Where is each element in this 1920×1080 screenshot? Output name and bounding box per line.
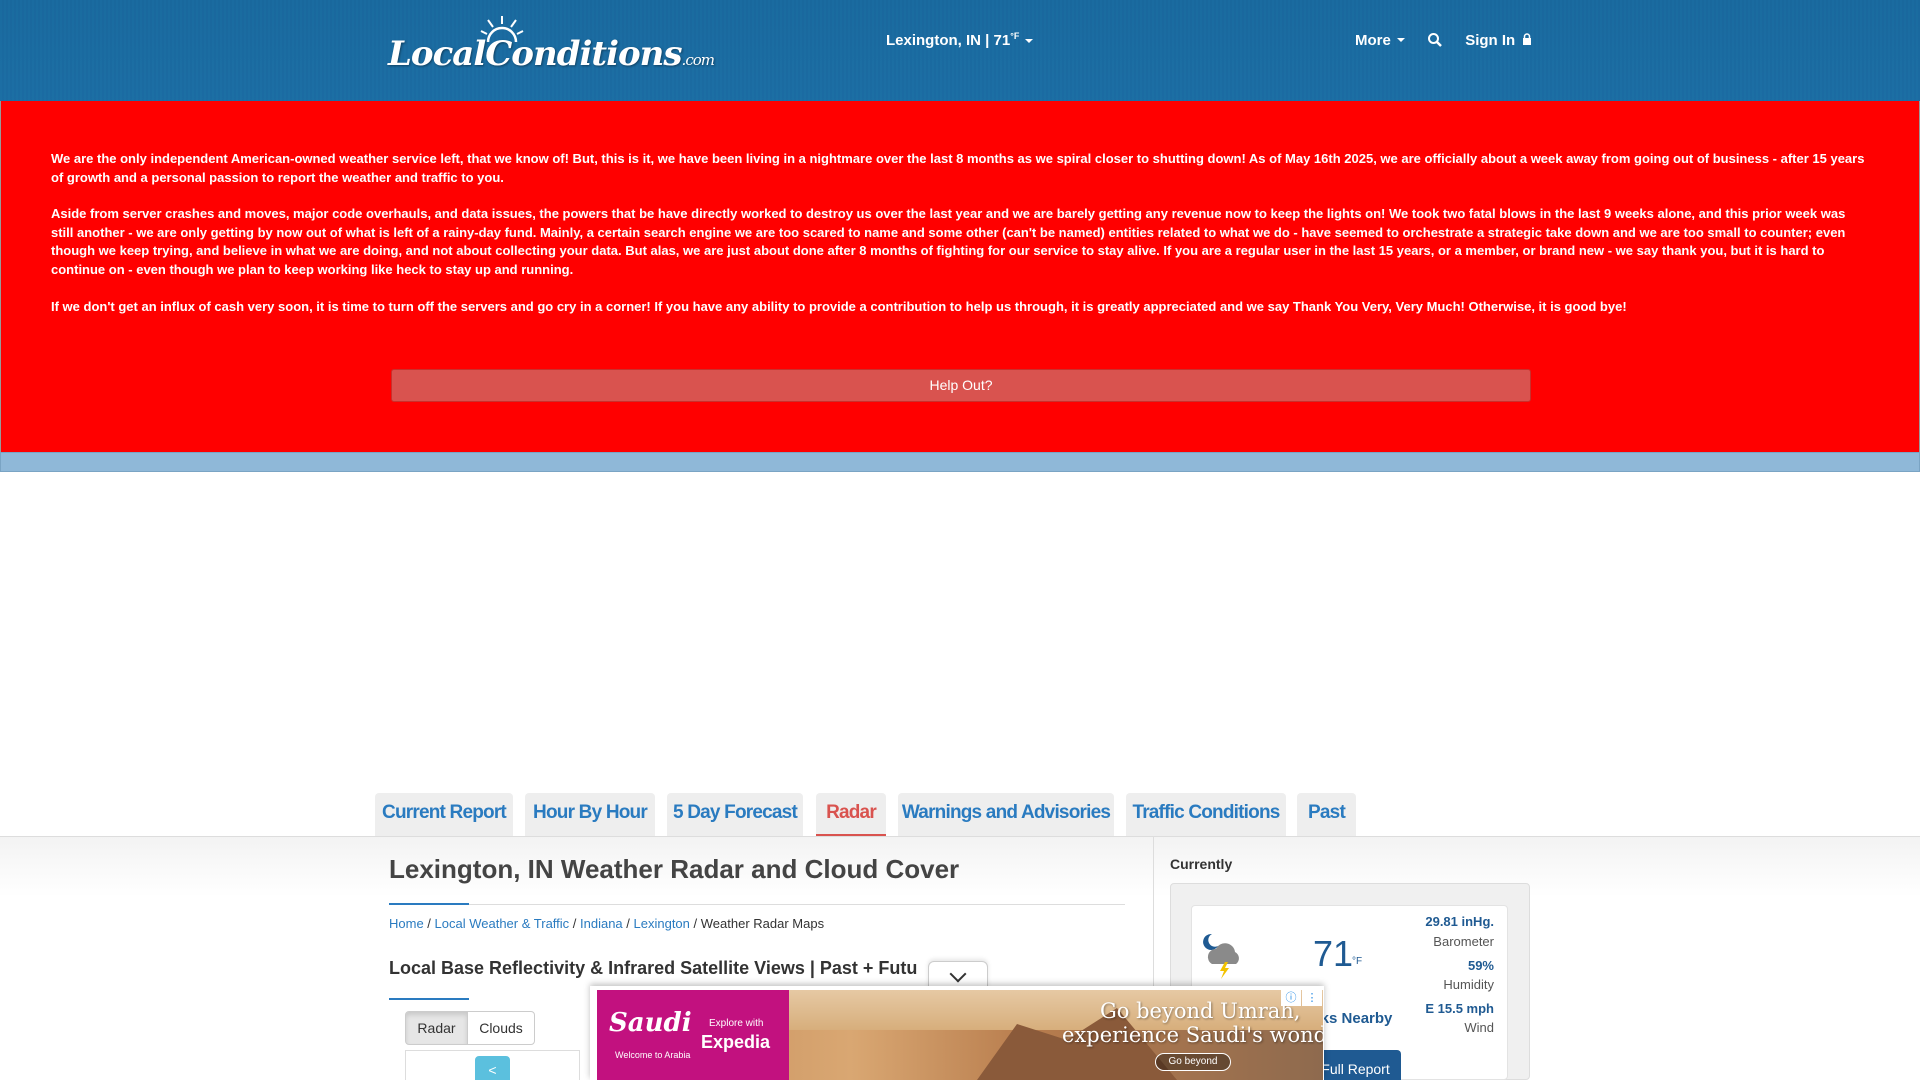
wind-label: Wind [1464, 1020, 1494, 1035]
barometer-label: Barometer [1433, 934, 1494, 949]
breadcrumb-current: Weather Radar Maps [700, 916, 825, 931]
tabs-divider [0, 836, 1920, 837]
banner-footer-strip [0, 452, 1920, 472]
header-nav: More Sign In [1355, 31, 1532, 49]
ad-brand-panel: Saudi Welcome to Arabia Explore with Exp… [597, 990, 789, 1080]
caret-down-icon [1396, 38, 1405, 43]
current-temperature: 71 [1313, 933, 1354, 974]
title-divider [389, 904, 1125, 905]
sign-in-link[interactable]: Sign In [1465, 31, 1532, 49]
ad-explore: Explore with [709, 1018, 764, 1029]
breadcrumb-state[interactable]: Indiana [580, 916, 623, 931]
breadcrumb-home[interactable]: Home [389, 916, 424, 931]
ad-welcome: Welcome to Arabia [615, 1050, 691, 1060]
ad-banner[interactable]: Saudi Welcome to Arabia Explore with Exp… [597, 990, 1323, 1080]
lock-icon [1523, 33, 1532, 46]
tab-past[interactable]: Past [1297, 793, 1356, 836]
tab-warnings-advisories[interactable]: Warnings and Advisories [898, 793, 1114, 836]
ad-headline: experience Saudi's wonders [1062, 1023, 1323, 1047]
ad-brand: Saudi [609, 1008, 692, 1038]
ad-info-icon[interactable]: ⓘ [1281, 990, 1301, 1006]
help-out-button[interactable]: Help Out? [391, 369, 1531, 402]
breadcrumb: Home / Local Weather & Traffic / Indiana… [389, 916, 825, 931]
wind-value: E 15.5 mph [1425, 1001, 1494, 1016]
tab-5-day-forecast[interactable]: 5 Day Forecast [667, 793, 803, 836]
subtitle-accent [389, 998, 469, 1000]
sticky-ad: Saudi Welcome to Arabia Explore with Exp… [590, 986, 1324, 1080]
radar-toggle-button[interactable]: Radar [405, 1011, 468, 1045]
site-header: LocalConditions.com Lexington, IN | 71°F… [0, 0, 1920, 101]
ad-collapse-tab[interactable] [928, 961, 988, 989]
more-menu[interactable]: More [1355, 31, 1405, 49]
section-subtitle: Local Base Reflectivity & Infrared Satel… [389, 958, 918, 978]
location-label: Lexington, IN | 71 [886, 32, 1011, 49]
ad-menu-icon[interactable]: ⋮ [1302, 990, 1322, 1006]
more-label: More [1355, 31, 1391, 49]
location-unit: °F [1010, 31, 1020, 41]
tab-radar[interactable]: Radar [816, 793, 886, 836]
location-dropdown[interactable]: Lexington, IN | 71°F [886, 31, 1034, 49]
chevron-down-icon [949, 965, 967, 983]
humidity-label: Humidity [1443, 977, 1494, 992]
currently-heading: Currently [1170, 856, 1233, 872]
title-accent [389, 903, 469, 905]
barometer-value: 29.81 inHg. [1425, 914, 1494, 929]
logo-text: LocalConditions [388, 34, 683, 74]
temperature-unit: °F [1352, 956, 1363, 967]
sign-in-label: Sign In [1465, 31, 1516, 49]
breadcrumb-local[interactable]: Local Weather & Traffic [435, 916, 570, 931]
ad-partner: Expedia [701, 1032, 771, 1052]
page: LocalConditions.com Lexington, IN | 71°F… [0, 0, 1920, 1080]
caret-down-icon [1025, 39, 1034, 44]
logo-suffix: .com [681, 51, 715, 69]
night-thunderstorm-icon [1203, 933, 1239, 979]
previous-frame-button[interactable]: < [475, 1056, 510, 1080]
ad-cta-button[interactable]: Go beyond [1155, 1053, 1231, 1071]
tab-hour-by-hour[interactable]: Hour By Hour [525, 793, 655, 836]
tab-current-report[interactable]: Current Report [375, 793, 513, 836]
search-icon[interactable] [1427, 32, 1443, 48]
shutdown-banner: We are the only independent American-own… [0, 101, 1920, 452]
page-title: Lexington, IN Weather Radar and Cloud Co… [389, 854, 960, 884]
humidity-value: 59% [1467, 958, 1494, 973]
clouds-toggle-button[interactable]: Clouds [467, 1011, 535, 1045]
ad-headline: Go beyond Umrah, [1100, 999, 1301, 1023]
banner-paragraph: We are the only independent American-own… [51, 151, 1865, 185]
banner-paragraph: Aside from server crashes and moves, maj… [51, 206, 1846, 277]
breadcrumb-city[interactable]: Lexington [634, 916, 690, 931]
banner-paragraph: If we don't get an influx of cash very s… [51, 299, 1627, 314]
site-logo[interactable]: LocalConditions.com [388, 14, 715, 76]
tab-traffic-conditions[interactable]: Traffic Conditions [1126, 793, 1286, 836]
